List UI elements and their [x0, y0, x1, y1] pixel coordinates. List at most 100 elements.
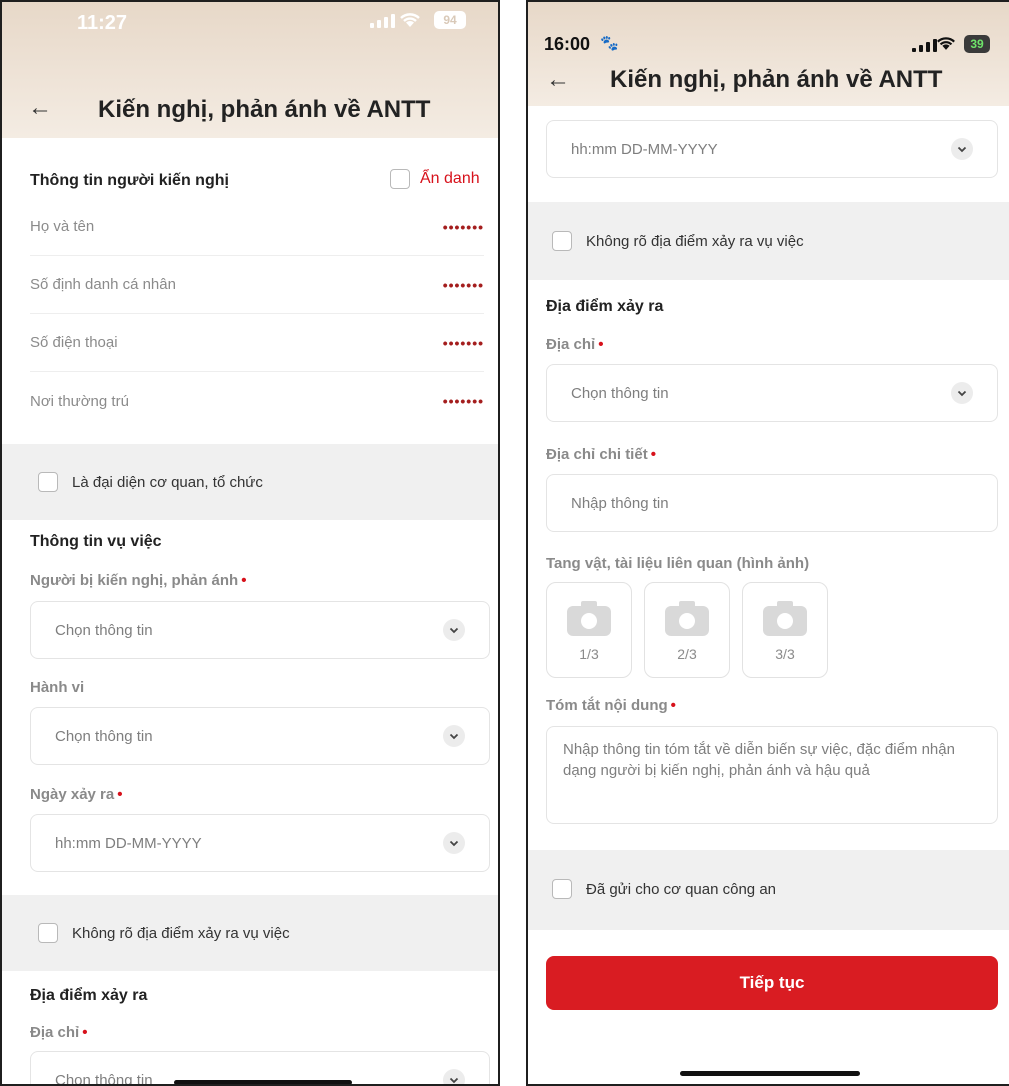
chevron-down-icon [443, 725, 465, 747]
address-label: Địa chỉ • [546, 336, 603, 353]
petitioner-section-title: Thông tin người kiến nghị [30, 172, 229, 189]
chevron-down-icon [443, 619, 465, 641]
location-section-title: Địa điểm xảy ra [546, 298, 664, 315]
required-mark: • [241, 572, 247, 589]
sent-checkbox[interactable] [552, 879, 572, 899]
status-bar: 11:27 94 [2, 2, 498, 42]
behavior-label: Hành vi [30, 679, 85, 696]
address-select[interactable]: Chọn thông tin [546, 364, 998, 422]
chevron-down-icon [951, 138, 973, 160]
unknown-location-checkbox-row[interactable]: Không rõ địa điểm xảy ra vụ việc [38, 923, 290, 943]
unknown-location-checkbox[interactable] [552, 231, 572, 251]
unknown-location-label: Không rõ địa điểm xảy ra vụ việc [72, 924, 290, 942]
required-mark: • [117, 786, 123, 803]
representative-label: Là đại diện cơ quan, tổ chức [72, 473, 263, 491]
unknown-location-label: Không rõ địa điểm xảy ra vụ việc [586, 232, 804, 250]
chevron-down-icon [951, 382, 973, 404]
required-mark: • [670, 697, 676, 714]
camera-icon [763, 601, 807, 636]
accused-select[interactable]: Chọn thông tin [30, 601, 490, 659]
info-row-label: Họ và tên [30, 218, 95, 235]
anonymous-toggle[interactable]: Ẩn danh [390, 169, 480, 189]
info-row-value: ••••••• [442, 218, 484, 235]
navigation-bar: ← Kiến nghị, phản ánh về ANTT [528, 62, 1009, 102]
summary-label: Tóm tắt nội dung • [546, 697, 676, 714]
navigation-bar: ← Kiến nghị, phản ánh về ANTT [2, 90, 498, 130]
date-select-placeholder: hh:mm DD-MM-YYYY [571, 140, 718, 158]
sent-checkbox-row[interactable]: Đã gửi cho cơ quan công an [552, 879, 776, 899]
date-label-text: Ngày xảy ra [30, 786, 115, 803]
right-phone-screen: 16:00 🐾 39 ← Kiến nghị, phản ánh về ANTT… [526, 0, 1009, 1086]
representative-checkbox-row[interactable]: Là đại diện cơ quan, tổ chức [38, 472, 263, 492]
summary-label-text: Tóm tắt nội dung [546, 697, 668, 714]
location-section-title: Địa điểm xảy ra [30, 987, 148, 1004]
unknown-location-checkbox[interactable] [38, 923, 58, 943]
info-row-phone: Số điện thoại ••••••• [30, 314, 484, 372]
battery-indicator: 39 [964, 35, 990, 53]
evidence-slot-counter: 2/3 [677, 646, 697, 662]
info-row-residence: Nơi thường trú ••••••• [30, 372, 484, 430]
unknown-location-checkbox-row[interactable]: Không rõ địa điểm xảy ra vụ việc [552, 231, 804, 251]
info-row-id-number: Số định danh cá nhân ••••••• [30, 256, 484, 314]
info-row-label: Số định danh cá nhân [30, 276, 176, 293]
detail-address-label-text: Địa chỉ chi tiết [546, 446, 648, 463]
detail-address-label: Địa chỉ chi tiết • [546, 446, 656, 463]
required-mark: • [82, 1024, 88, 1041]
sent-label: Đã gửi cho cơ quan công an [586, 880, 776, 898]
anonymous-checkbox[interactable] [390, 169, 410, 189]
page-title: Kiến nghị, phản ánh về ANTT [610, 66, 943, 93]
detail-address-input[interactable]: Nhập thông tin [546, 474, 998, 532]
status-time: 11:27 [77, 12, 128, 34]
required-mark: • [598, 336, 604, 353]
address-select-placeholder: Chọn thông tin [571, 384, 669, 402]
continue-button[interactable]: Tiếp tục [546, 956, 998, 1010]
accused-label: Người bị kiến nghị, phản ánh • [30, 572, 246, 589]
back-arrow-icon[interactable]: ← [546, 66, 570, 94]
info-row-value: ••••••• [442, 393, 484, 409]
paw-icon: 🐾 [600, 35, 619, 52]
camera-icon [567, 601, 611, 636]
detail-address-placeholder: Nhập thông tin [571, 494, 669, 512]
summary-textarea[interactable]: Nhập thông tin tóm tắt về diễn biến sự v… [546, 726, 998, 824]
evidence-slot-3[interactable]: 3/3 [742, 582, 828, 678]
required-mark: • [650, 446, 656, 463]
accused-select-placeholder: Chọn thông tin [55, 621, 153, 639]
info-row-value: ••••••• [442, 276, 484, 293]
chevron-down-icon [443, 832, 465, 854]
back-arrow-icon[interactable]: ← [28, 94, 52, 122]
camera-icon [665, 601, 709, 636]
address-label-text: Địa chỉ [30, 1024, 80, 1041]
left-phone-screen: 11:27 94 ← Kiến nghị, phản ánh về ANTT T… [0, 0, 500, 1086]
representative-checkbox[interactable] [38, 472, 58, 492]
behavior-select-placeholder: Chọn thông tin [55, 727, 153, 745]
case-section-title: Thông tin vụ việc [30, 533, 162, 550]
signal-icon [912, 39, 937, 52]
date-label: Ngày xảy ra • [30, 786, 123, 803]
info-row-label: Nơi thường trú [30, 392, 129, 410]
address-label-text: Địa chỉ [546, 336, 596, 353]
status-bar: 16:00 🐾 39 [528, 2, 1009, 54]
home-indicator [680, 1071, 860, 1076]
accused-label-text: Người bị kiến nghị, phản ánh [30, 572, 239, 589]
info-row-label: Số điện thoại [30, 334, 118, 351]
date-select[interactable]: hh:mm DD-MM-YYYY [546, 120, 998, 178]
evidence-label: Tang vật, tài liệu liên quan (hình ảnh) [546, 555, 810, 572]
address-label: Địa chỉ • [30, 1024, 87, 1041]
date-select[interactable]: hh:mm DD-MM-YYYY [30, 814, 490, 872]
home-indicator [174, 1080, 352, 1084]
evidence-slot-2[interactable]: 2/3 [644, 582, 730, 678]
date-select-placeholder: hh:mm DD-MM-YYYY [55, 834, 202, 852]
battery-indicator: 94 [434, 11, 466, 29]
chevron-down-icon [443, 1069, 465, 1084]
evidence-slot-counter: 3/3 [775, 646, 795, 662]
wifi-icon [937, 37, 955, 50]
info-row-full-name: Họ và tên ••••••• [30, 198, 484, 256]
evidence-slot-counter: 1/3 [579, 646, 599, 662]
status-time: 16:00 [544, 34, 591, 54]
behavior-select[interactable]: Chọn thông tin [30, 707, 490, 765]
wifi-icon [400, 13, 420, 27]
evidence-slot-1[interactable]: 1/3 [546, 582, 632, 678]
signal-icon [370, 14, 395, 28]
page-title: Kiến nghị, phản ánh về ANTT [98, 96, 431, 123]
info-row-value: ••••••• [442, 334, 484, 351]
